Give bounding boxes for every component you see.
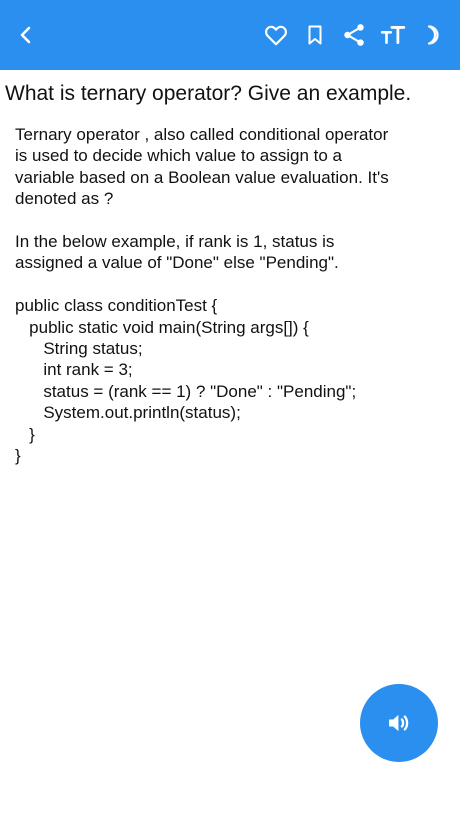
code-example: public class conditionTest { public stat…	[15, 295, 445, 466]
share-button[interactable]	[336, 17, 372, 53]
answer-line: variable based on a Boolean value evalua…	[15, 167, 389, 187]
code-line: int rank = 3;	[15, 360, 133, 380]
answer-paragraph: Ternary operator , also called condition…	[15, 124, 445, 210]
answer-line: assigned a value of "Done" else "Pending…	[15, 253, 339, 273]
bookmark-icon	[308, 25, 322, 45]
code-line: }	[15, 446, 21, 466]
share-icon	[344, 24, 364, 46]
app-screen: What is ternary operator? Give an exampl…	[0, 0, 460, 818]
answer-body: Ternary operator , also called condition…	[15, 124, 445, 466]
answer-line: denoted as ?	[15, 189, 114, 209]
code-line: public static void main(String args[]) {	[15, 317, 309, 337]
heart-icon	[265, 25, 287, 46]
text-size-button[interactable]	[375, 17, 411, 53]
answer-paragraph: In the below example, if rank is 1, stat…	[15, 231, 445, 274]
answer-line: is used to decide which value to assign …	[15, 146, 342, 166]
read-aloud-button[interactable]	[360, 684, 438, 762]
code-line: public class conditionTest {	[15, 296, 218, 316]
top-app-bar	[0, 0, 460, 70]
back-button[interactable]	[8, 17, 44, 53]
chevron-left-icon	[20, 26, 31, 44]
code-line: String status;	[15, 339, 143, 359]
bookmark-button[interactable]	[297, 17, 333, 53]
favorite-button[interactable]	[258, 17, 294, 53]
code-line: }	[15, 424, 35, 444]
text-size-icon	[380, 26, 406, 44]
speaker-icon	[389, 714, 409, 732]
code-line: status = (rank == 1) ? "Done" : "Pending…	[15, 381, 357, 401]
answer-line: Ternary operator , also called condition…	[15, 125, 389, 144]
question-title: What is ternary operator? Give an exampl…	[5, 82, 412, 105]
code-line: System.out.println(status);	[15, 403, 241, 423]
moon-icon	[427, 25, 439, 45]
answer-line: In the below example, if rank is 1, stat…	[15, 232, 335, 252]
night-mode-button[interactable]	[414, 17, 450, 53]
